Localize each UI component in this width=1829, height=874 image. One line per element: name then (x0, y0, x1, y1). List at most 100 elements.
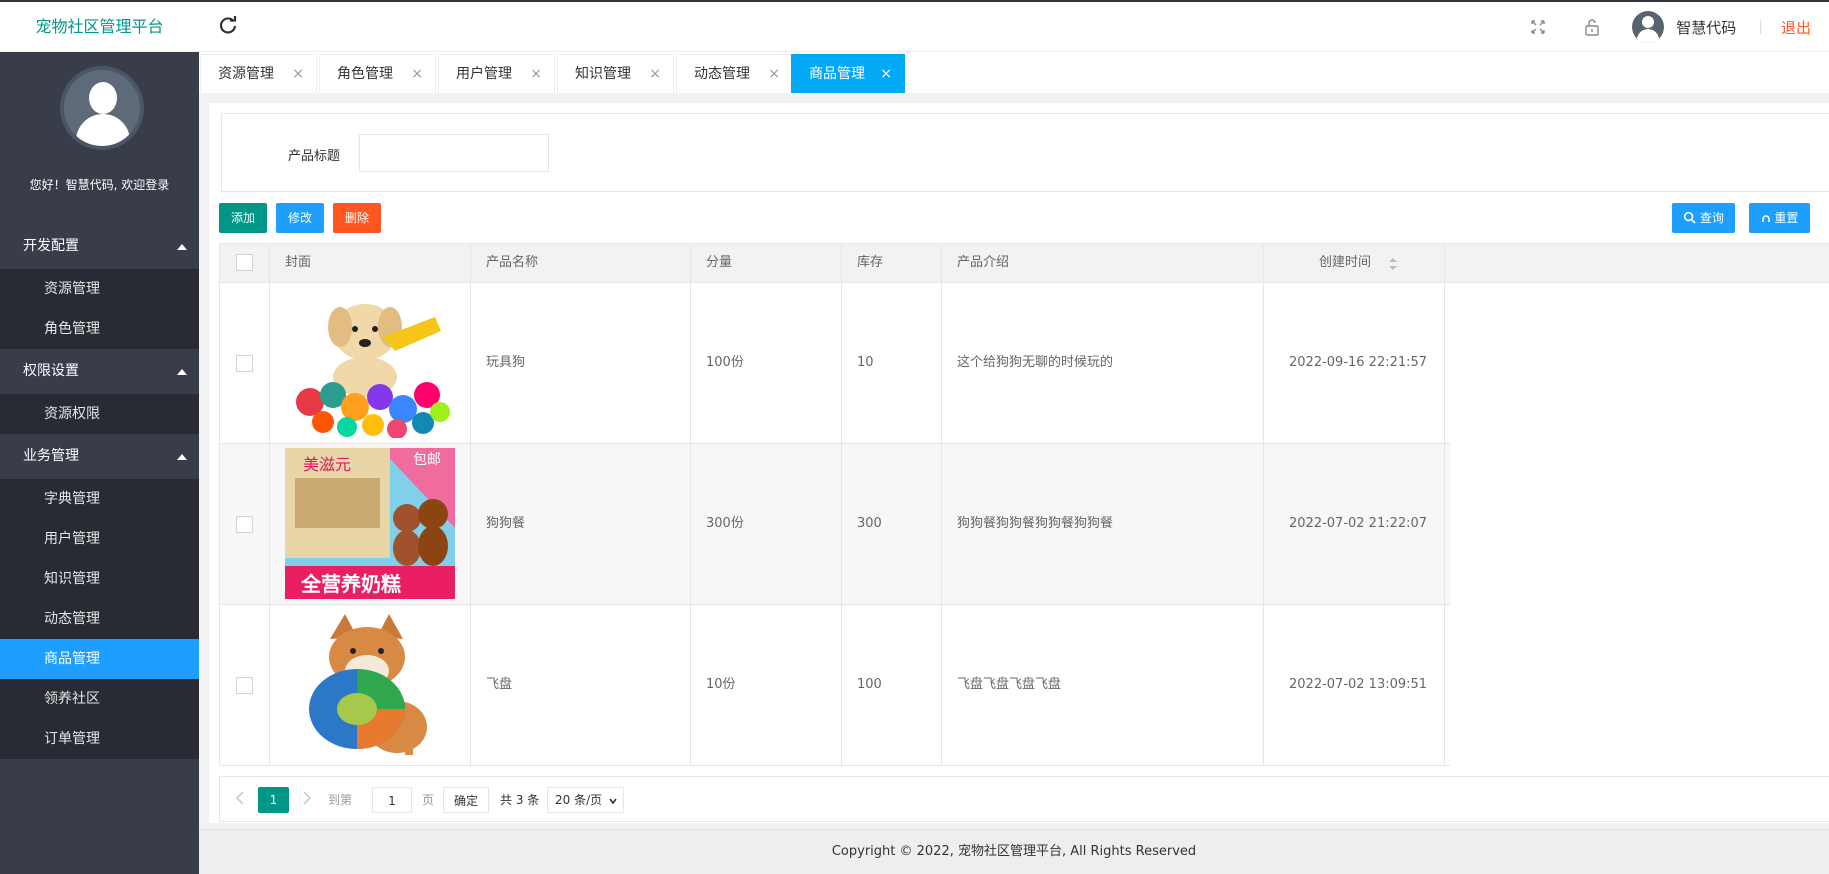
cover-cell (270, 283, 471, 443)
delete-button[interactable]: 删除 (333, 203, 381, 233)
brand-title[interactable]: 宠物社区管理平台 (0, 2, 199, 52)
sidebar-item-posts[interactable]: 动态管理 (0, 599, 199, 639)
close-icon[interactable]: × (530, 55, 542, 94)
product-amount: 100份 (691, 283, 842, 443)
row-checkbox-cell (220, 444, 270, 604)
close-icon[interactable]: × (292, 55, 304, 94)
user-avatar[interactable] (1632, 11, 1665, 43)
close-icon[interactable]: × (411, 55, 423, 94)
lock-icon[interactable] (1582, 17, 1602, 37)
product-intro: 这个给狗狗无聊的时候玩的 (942, 283, 1264, 443)
sidebar-item-knowledge[interactable]: 知识管理 (0, 559, 199, 599)
bag-slogan-text: 全营养奶糕 (300, 572, 401, 596)
sidebar: 您好！智慧代码, 欢迎登录 开发配置 资源管理 角色管理 权限设置 资源权限 业… (0, 52, 199, 874)
query-label: 查询 (1699, 211, 1724, 225)
main-content: 产品标题 添加 修改 删除 查询 重置 封面 产品名称 分量 库存 产品介绍 创… (209, 103, 1829, 823)
row-checkbox-cell (220, 605, 270, 765)
col-intro: 产品介绍 (942, 244, 1264, 282)
sidebar-avatar (60, 66, 144, 150)
add-button[interactable]: 添加 (219, 203, 267, 233)
select-all-checkbox[interactable] (236, 254, 253, 271)
caret-up-icon (177, 369, 187, 375)
page-footer: Copyright © 2022, 宠物社区管理平台, All Rights R… (199, 829, 1829, 874)
chevron-down-icon (609, 798, 617, 805)
sidebar-item-dictionary[interactable]: 字典管理 (0, 479, 199, 519)
search-icon (1683, 211, 1696, 224)
row-checkbox[interactable] (236, 355, 253, 372)
cover-cell: 美滋元 包邮 全营养奶糕 (270, 444, 471, 604)
search-panel: 产品标题 (221, 113, 1829, 192)
sidebar-item-role[interactable]: 角色管理 (0, 309, 199, 349)
sidebar-menu: 开发配置 资源管理 角色管理 权限设置 资源权限 业务管理 字典管理 用户管理 … (0, 224, 199, 759)
prev-page-icon[interactable] (235, 791, 245, 805)
goto-confirm-button[interactable]: 确定 (443, 787, 489, 813)
page-unit: 页 (422, 793, 435, 807)
sidebar-item-resource-permission[interactable]: 资源权限 (0, 394, 199, 434)
tab-users[interactable]: 用户管理 × (438, 54, 555, 93)
next-page-icon[interactable] (302, 791, 312, 805)
refresh-icon[interactable] (216, 14, 240, 38)
product-created: 2022-07-02 13:09:51 (1264, 605, 1445, 765)
user-name[interactable]: 智慧代码 (1676, 17, 1736, 38)
menu-group-label: 业务管理 (23, 448, 79, 464)
product-title-input[interactable] (359, 134, 549, 172)
menu-group-dev-config[interactable]: 开发配置 (0, 224, 199, 269)
row-checkbox[interactable] (236, 677, 253, 694)
page-size-select[interactable]: 20 条/页 (547, 787, 624, 813)
col-product-name: 产品名称 (471, 244, 691, 282)
sidebar-item-products[interactable]: 商品管理 (0, 639, 199, 679)
tab-label: 角色管理 (337, 66, 393, 82)
dog-food-image: 美滋元 包邮 全营养奶糕 (285, 448, 455, 599)
product-amount: 10份 (691, 605, 842, 765)
top-header: 宠物社区管理平台 智慧代码 | 退出 (0, 0, 1829, 52)
col-stock: 库存 (842, 244, 942, 282)
sidebar-item-resource[interactable]: 资源管理 (0, 269, 199, 309)
total-count: 共 3 条 (500, 793, 540, 807)
cover-cell (270, 605, 471, 765)
product-title-label: 产品标题 (288, 149, 341, 164)
product-stock: 300 (842, 444, 942, 604)
query-button[interactable]: 查询 (1672, 203, 1735, 233)
logout-link[interactable]: 退出 (1781, 17, 1811, 38)
col-amount: 分量 (691, 244, 842, 282)
sidebar-item-orders[interactable]: 订单管理 (0, 719, 199, 759)
tab-label: 资源管理 (218, 66, 274, 82)
reset-button[interactable]: 重置 (1749, 203, 1810, 233)
tab-role[interactable]: 角色管理 × (319, 54, 436, 93)
tab-posts[interactable]: 动态管理 × (676, 54, 793, 93)
tab-resource[interactable]: 资源管理 × (200, 54, 317, 93)
sort-icon[interactable] (1388, 257, 1398, 271)
menu-group-permission[interactable]: 权限设置 (0, 349, 199, 394)
product-intro: 飞盘飞盘飞盘飞盘 (942, 605, 1264, 765)
close-icon[interactable]: × (880, 55, 892, 94)
close-icon[interactable]: × (649, 55, 661, 94)
tab-label: 动态管理 (694, 66, 750, 82)
product-created: 2022-09-16 22:21:57 (1264, 283, 1445, 443)
col-cover: 封面 (270, 244, 471, 282)
sidebar-item-adoption[interactable]: 领养社区 (0, 679, 199, 719)
tab-products[interactable]: 商品管理 × (791, 54, 905, 93)
product-stock: 10 (842, 283, 942, 443)
product-created: 2022-07-02 21:22:07 (1264, 444, 1445, 604)
close-icon[interactable]: × (768, 55, 780, 94)
table-header: 封面 产品名称 分量 库存 产品介绍 创建时间 (219, 243, 1829, 283)
tab-label: 用户管理 (456, 66, 512, 82)
product-name: 狗狗餐 (471, 444, 691, 604)
menu-group-label: 开发配置 (23, 238, 79, 254)
product-stock: 100 (842, 605, 942, 765)
current-page[interactable]: 1 (258, 787, 289, 813)
col-created[interactable]: 创建时间 (1264, 244, 1445, 282)
goto-page-input[interactable]: 1 (372, 787, 412, 813)
row-checkbox[interactable] (236, 516, 253, 533)
sidebar-item-users[interactable]: 用户管理 (0, 519, 199, 559)
menu-group-business[interactable]: 业务管理 (0, 434, 199, 479)
bag-brand-text: 美滋元 (303, 455, 351, 474)
caret-up-icon (177, 244, 187, 250)
fullscreen-icon[interactable] (1528, 17, 1548, 37)
caret-up-icon (177, 454, 187, 460)
free-shipping-badge: 包邮 (413, 452, 441, 468)
product-intro: 狗狗餐狗狗餐狗狗餐狗狗餐 (942, 444, 1264, 604)
tab-knowledge[interactable]: 知识管理 × (557, 54, 674, 93)
edit-button[interactable]: 修改 (276, 203, 324, 233)
pagination: 1 到第 1 页 确定 共 3 条 20 条/页 (219, 776, 1829, 822)
